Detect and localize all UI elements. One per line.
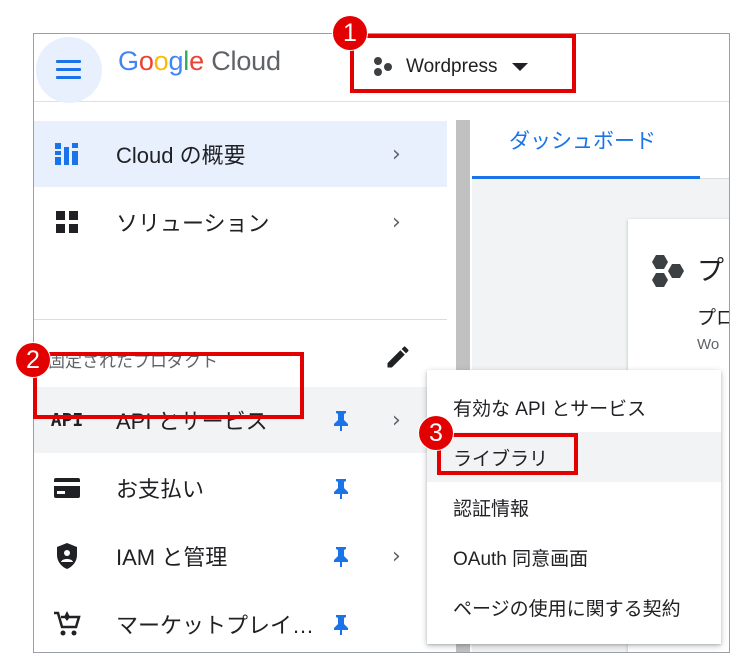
sidebar-divider bbox=[34, 319, 447, 320]
api-services-flyout-menu: 有効な API とサービス ライブラリ 認証情報 OAuth 同意画面 ページの… bbox=[427, 370, 721, 644]
chevron-right-icon: › bbox=[392, 141, 401, 167]
menu-item-label: 認証情報 bbox=[453, 498, 530, 520]
menu-item-page-usage-agreements[interactable]: ページの使用に関する契約 bbox=[427, 582, 721, 632]
menu-icon bbox=[56, 60, 81, 63]
tab-dashboard[interactable]: ダッシュボード bbox=[472, 103, 700, 179]
logo-cloud-text: Cloud bbox=[211, 46, 281, 76]
sidebar-item-solutions[interactable]: ソリューション › bbox=[34, 189, 447, 255]
sidebar-item-iam-admin[interactable]: IAM と管理 › bbox=[34, 523, 447, 589]
sidebar-item-label: IAM と管理 bbox=[116, 545, 228, 570]
tab-bar: ダッシュボード bbox=[472, 103, 729, 179]
sidebar-item-label: マーケットプレイ… bbox=[116, 613, 315, 638]
console-window: Google Cloud Wordpress Cloud の概要 › ソリューシ… bbox=[33, 33, 730, 653]
chevron-right-icon: › bbox=[392, 543, 401, 569]
annotation-box-api-services bbox=[33, 352, 304, 419]
marketplace-cart-icon bbox=[50, 609, 84, 639]
chevron-right-icon: › bbox=[392, 209, 401, 235]
google-cloud-logo[interactable]: Google Cloud bbox=[118, 46, 281, 77]
edit-pencil-icon[interactable] bbox=[384, 343, 412, 371]
billing-card-icon bbox=[50, 473, 84, 503]
card-subtitle: プロ bbox=[697, 308, 729, 329]
menu-item-enabled-apis[interactable]: 有効な API とサービス bbox=[427, 382, 721, 432]
annotation-box-project bbox=[350, 34, 576, 93]
dashboard-icon bbox=[50, 139, 84, 169]
sidebar-item-label: お支払い bbox=[116, 477, 205, 502]
menu-item-label: OAuth 同意画面 bbox=[453, 548, 589, 570]
active-tab-indicator bbox=[472, 176, 700, 179]
pin-icon[interactable] bbox=[332, 477, 350, 499]
hamburger-menu-button[interactable] bbox=[36, 37, 102, 103]
pin-icon[interactable] bbox=[332, 613, 350, 635]
annotation-number-2: 2 bbox=[16, 343, 50, 377]
annotation-number-1: 1 bbox=[333, 16, 367, 50]
grid-icon bbox=[50, 207, 84, 237]
sidebar-item-billing[interactable]: お支払い bbox=[34, 455, 447, 521]
sidebar-item-label: ソリューション bbox=[116, 211, 270, 236]
sidebar-item-label: Cloud の概要 bbox=[116, 143, 246, 168]
tab-label: ダッシュボード bbox=[509, 130, 656, 153]
shield-icon bbox=[50, 541, 84, 571]
menu-item-credentials[interactable]: 認証情報 bbox=[427, 482, 721, 532]
project-hexagon-icon bbox=[652, 255, 684, 287]
menu-item-oauth-consent[interactable]: OAuth 同意画面 bbox=[427, 532, 721, 582]
sidebar-item-cloud-overview[interactable]: Cloud の概要 › bbox=[34, 121, 447, 187]
pin-icon[interactable] bbox=[332, 409, 350, 431]
annotation-number-3: 3 bbox=[419, 416, 453, 450]
menu-item-label: 有効な API とサービス bbox=[453, 398, 647, 420]
sidebar-item-marketplace[interactable]: マーケットプレイ… bbox=[34, 591, 447, 652]
card-title: プ bbox=[697, 256, 724, 286]
menu-item-label: ページの使用に関する契約 bbox=[453, 598, 681, 620]
card-project-id: Wo bbox=[697, 336, 720, 353]
pin-icon[interactable] bbox=[332, 545, 350, 567]
chevron-right-icon: › bbox=[392, 407, 401, 433]
annotation-box-library bbox=[437, 433, 578, 475]
